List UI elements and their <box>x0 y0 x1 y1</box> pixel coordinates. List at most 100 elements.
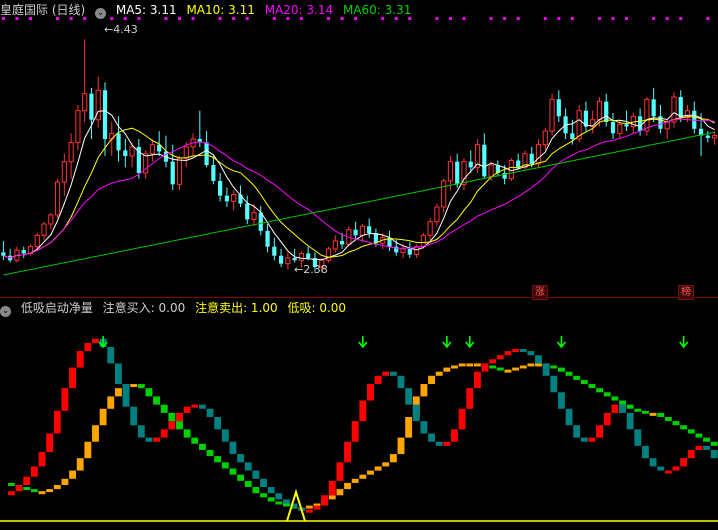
fast-line-segment <box>84 342 92 352</box>
fast-line-segment <box>435 441 443 446</box>
chart-stage: 皇庭国际 (日线) ⌄ MA5: 3.11 MA10: 3.11 MA20: 3… <box>0 0 718 530</box>
candle-body <box>48 214 54 225</box>
slow-line-segment <box>359 474 367 479</box>
indicator-header: ⌄ 低吸启动净量 注意买入: 0.00 注意卖出: 1.00 低吸: 0.00 <box>0 299 718 317</box>
slow-line-segment <box>443 367 451 372</box>
slow-line-segment <box>176 421 183 430</box>
ma20-value: MA20: 3.14 <box>264 3 334 17</box>
candle-body <box>610 122 616 134</box>
candle-body <box>529 153 534 164</box>
slow-line-segment <box>130 384 138 388</box>
fast-line-segment <box>634 429 642 446</box>
slow-line-segment <box>145 388 153 397</box>
fast-line-segment <box>61 388 69 411</box>
candle-body <box>149 144 156 155</box>
candle-body <box>170 161 175 185</box>
slow-line-segment <box>596 388 604 393</box>
slow-line-segment <box>619 400 626 405</box>
fast-line-segment <box>512 349 520 353</box>
slow-line-segment <box>512 367 520 371</box>
slow-line-segment <box>710 441 718 446</box>
fast-line-segment <box>191 404 199 408</box>
price-header: 皇庭国际 (日线) ⌄ MA5: 3.11 MA10: 3.11 MA20: 3… <box>0 1 718 19</box>
slow-line-segment <box>183 429 191 438</box>
fast-line-segment <box>344 441 351 463</box>
candlestick-chart <box>1 17 718 276</box>
candle-body <box>245 203 250 220</box>
slow-line-segment <box>107 396 115 409</box>
slow-line-segment <box>580 379 588 385</box>
candle-body <box>292 258 297 261</box>
candle-body <box>367 226 372 234</box>
low-price-label: 2.38 <box>303 263 328 276</box>
fast-line-segment <box>481 363 489 372</box>
fast-line-segment <box>504 351 512 356</box>
candle-body <box>89 93 94 120</box>
low-price-annotation: ←2.38 <box>294 263 328 276</box>
candle-body <box>176 157 183 185</box>
slow-line-segment <box>237 474 245 481</box>
slow-line-segment <box>389 454 397 463</box>
fast-line-segment <box>664 470 672 474</box>
candle-body <box>41 223 47 236</box>
fast-line-segment <box>229 441 237 455</box>
fast-line-segment <box>565 408 573 426</box>
slow-line-segment <box>53 484 61 490</box>
collapse-icon[interactable]: ⌄ <box>95 8 107 19</box>
candle-body <box>298 252 305 261</box>
slow-line-segment <box>23 487 31 491</box>
slow-line-segment <box>397 437 405 455</box>
fast-line-segment <box>237 454 245 463</box>
fast-line-segment <box>672 466 680 471</box>
fast-line-segment <box>596 425 604 438</box>
fast-line-segment <box>107 346 115 364</box>
candle-body <box>332 240 338 250</box>
slow-line-segment <box>282 503 290 507</box>
fast-line-segment <box>710 449 718 459</box>
fast-line-segment <box>282 499 290 504</box>
fast-line-segment <box>76 351 84 368</box>
fast-line-segment <box>611 404 619 413</box>
slow-line-segment <box>489 365 497 369</box>
candle-body <box>54 181 61 216</box>
candle-body <box>306 253 311 258</box>
low-buy-value: 低吸: 0.00 <box>287 301 347 315</box>
ranking-tag[interactable]: 榜 <box>678 285 694 300</box>
fast-line-segment <box>405 388 413 405</box>
candle-body <box>624 124 629 127</box>
slow-line-segment <box>573 375 581 380</box>
candle-body <box>570 133 575 139</box>
slow-line-segment <box>221 462 229 469</box>
slow-line-segment <box>557 367 565 372</box>
candle-body <box>82 93 88 112</box>
candle-body <box>556 99 561 117</box>
fast-line-segment <box>695 445 703 450</box>
collapse-indicator-icon[interactable]: ⌄ <box>0 306 11 317</box>
candle-body <box>535 144 542 165</box>
fast-line-segment <box>69 367 77 389</box>
slow-line-segment <box>611 396 619 401</box>
slow-line-segment <box>76 458 84 471</box>
slow-line-segment <box>168 412 176 422</box>
slow-line-segment <box>466 363 474 367</box>
candle-body <box>712 135 718 139</box>
fast-line-segment <box>130 406 138 426</box>
fast-line-segment <box>221 429 229 442</box>
fast-line-segment <box>23 476 31 485</box>
limit-up-tag[interactable]: 涨 <box>532 285 548 300</box>
fast-line-segment <box>588 437 596 442</box>
candle-body <box>102 90 108 139</box>
slow-line-segment <box>649 412 657 416</box>
fast-line-segment <box>473 371 481 389</box>
slow-line-segment <box>527 363 535 367</box>
slow-line-segment <box>550 365 558 369</box>
fast-line-segment <box>649 458 657 467</box>
fast-line-segment <box>275 493 283 500</box>
candle-body <box>644 98 650 132</box>
candle-body <box>705 135 710 138</box>
fast-line-segment <box>420 421 428 434</box>
fast-line-segment <box>580 437 588 442</box>
candle-body <box>251 212 257 220</box>
fast-line-segment <box>412 404 420 422</box>
fast-line-segment <box>30 466 38 477</box>
